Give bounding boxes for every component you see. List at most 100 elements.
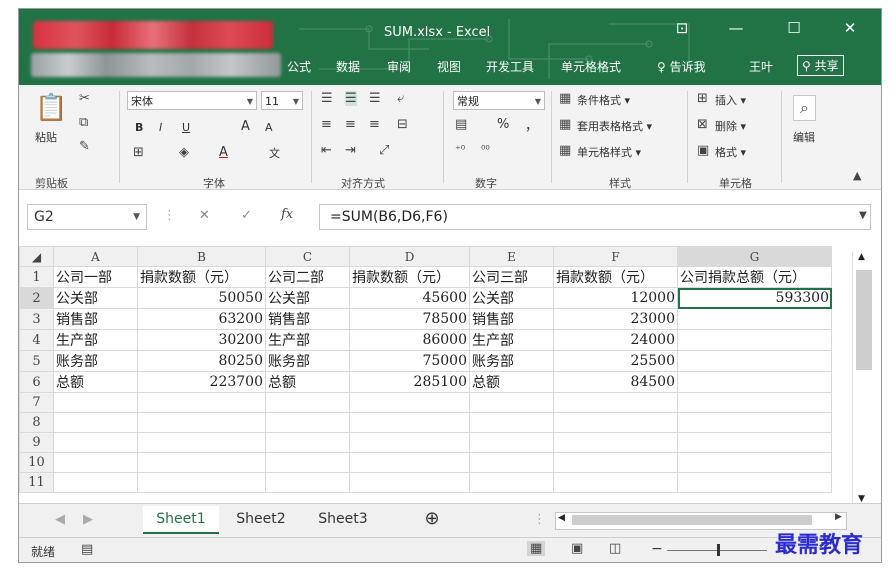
- align-middle-icon[interactable]: ☰: [345, 91, 357, 106]
- row-header[interactable]: 4: [19, 329, 54, 351]
- row-header[interactable]: 6: [19, 371, 54, 393]
- bold-button[interactable]: B: [135, 121, 143, 134]
- cell-a3[interactable]: 销售部: [53, 308, 138, 330]
- column-header-b[interactable]: B: [137, 246, 266, 267]
- italic-button[interactable]: I: [159, 121, 162, 134]
- column-header-f[interactable]: F: [553, 246, 678, 267]
- cell-a2[interactable]: 公关部: [53, 287, 138, 309]
- align-right-icon[interactable]: ≡: [369, 117, 380, 132]
- scroll-up-icon[interactable]: ▲: [858, 252, 865, 262]
- cell-f2[interactable]: 12000: [553, 287, 678, 309]
- next-sheet-icon[interactable]: ▶: [83, 512, 93, 527]
- cell-c4[interactable]: 生产部: [265, 329, 350, 351]
- cell-b10[interactable]: [137, 452, 266, 473]
- cell-e9[interactable]: [469, 432, 554, 453]
- cut-icon[interactable]: ✂: [79, 91, 90, 106]
- row-header[interactable]: 5: [19, 350, 54, 372]
- copy-icon[interactable]: ⧉: [79, 115, 88, 130]
- collapse-ribbon-icon[interactable]: ▲: [853, 169, 861, 182]
- cell-d11[interactable]: [349, 472, 470, 493]
- cell-b4[interactable]: 30200: [137, 329, 266, 351]
- scroll-left-icon[interactable]: ◀: [558, 513, 565, 523]
- accounting-format-icon[interactable]: ▤: [455, 117, 467, 132]
- cell-g3[interactable]: [677, 308, 832, 330]
- horizontal-scroll-thumb[interactable]: [572, 515, 812, 525]
- cell-b6[interactable]: 223700: [137, 371, 266, 393]
- tab-sheet2[interactable]: Sheet2: [223, 506, 299, 532]
- align-center-icon[interactable]: ≡: [345, 117, 356, 132]
- tab-review[interactable]: 审阅: [387, 58, 411, 75]
- close-icon[interactable]: ✕: [835, 19, 865, 37]
- confirm-icon[interactable]: ✓: [241, 208, 252, 223]
- cell-g6[interactable]: [677, 371, 832, 393]
- cell-a8[interactable]: [53, 412, 138, 433]
- fill-color-icon[interactable]: ◈: [179, 145, 189, 160]
- cell-e11[interactable]: [469, 472, 554, 493]
- cell-d8[interactable]: [349, 412, 470, 433]
- tab-sheet3[interactable]: Sheet3: [305, 506, 381, 532]
- maximize-icon[interactable]: ☐: [779, 19, 809, 37]
- conditional-format-button[interactable]: 条件格式 ▾: [577, 92, 630, 108]
- cell-styles-button[interactable]: 单元格样式 ▾: [577, 144, 641, 160]
- cell-b11[interactable]: [137, 472, 266, 493]
- format-painter-icon[interactable]: ✎: [79, 139, 90, 154]
- cell-b2[interactable]: 50050: [137, 287, 266, 309]
- column-header-c[interactable]: C: [265, 246, 350, 267]
- phonetic-button[interactable]: 文: [269, 145, 280, 161]
- cell-e7[interactable]: [469, 392, 554, 413]
- cell-f10[interactable]: [553, 452, 678, 473]
- cell-b8[interactable]: [137, 412, 266, 433]
- cell-e5[interactable]: 账务部: [469, 350, 554, 372]
- font-color-button[interactable]: A: [219, 145, 228, 160]
- align-bottom-icon[interactable]: ☰: [369, 91, 381, 106]
- decrease-indent-icon[interactable]: ⇤: [321, 143, 332, 158]
- cell-e3[interactable]: 销售部: [469, 308, 554, 330]
- tab-sheet1[interactable]: Sheet1: [143, 506, 219, 534]
- row-header[interactable]: 11: [19, 472, 54, 493]
- cell-f8[interactable]: [553, 412, 678, 433]
- cell-e1[interactable]: 公司三部: [469, 266, 554, 288]
- column-header-d[interactable]: D: [349, 246, 470, 267]
- column-header-g[interactable]: G: [677, 246, 832, 267]
- scroll-right-icon[interactable]: ▶: [835, 512, 842, 522]
- cell-c3[interactable]: 销售部: [265, 308, 350, 330]
- cell-g10[interactable]: [677, 452, 832, 473]
- row-header[interactable]: 7: [19, 392, 54, 413]
- worksheet-grid[interactable]: ◢ A B C D E F G 1 公司一部 捐款数额（元） 公司二部 捐款数额（元）公…: [19, 246, 849, 503]
- cell-g8[interactable]: [677, 412, 832, 433]
- cell-f1[interactable]: 捐款数额（元）: [553, 266, 678, 288]
- minimize-icon[interactable]: —: [721, 19, 751, 37]
- tab-cell-format[interactable]: 单元格格式: [561, 58, 621, 75]
- cell-c1[interactable]: 公司二部: [265, 266, 350, 288]
- cell-b5[interactable]: 80250: [137, 350, 266, 372]
- cell-b1[interactable]: 捐款数额（元）: [137, 266, 266, 288]
- cell-g5[interactable]: [677, 350, 832, 372]
- cell-f11[interactable]: [553, 472, 678, 493]
- cell-c6[interactable]: 总额: [265, 371, 350, 393]
- cell-d2[interactable]: 45600: [349, 287, 470, 309]
- cell-a10[interactable]: [53, 452, 138, 473]
- cell-d5[interactable]: 75000: [349, 350, 470, 372]
- zoom-out-button[interactable]: −: [651, 541, 663, 557]
- underline-button[interactable]: U: [182, 121, 190, 134]
- cell-b3[interactable]: 63200: [137, 308, 266, 330]
- cell-f4[interactable]: 24000: [553, 329, 678, 351]
- cell-d10[interactable]: [349, 452, 470, 473]
- insert-function-icon[interactable]: fx: [281, 207, 293, 222]
- tell-me-search[interactable]: ♀ 告诉我: [657, 58, 706, 75]
- cell-g4[interactable]: [677, 329, 832, 351]
- cell-a9[interactable]: [53, 432, 138, 453]
- font-size-select[interactable]: 11 ▼: [261, 91, 303, 110]
- delete-cells-button[interactable]: 删除 ▾: [715, 118, 746, 134]
- editing-group-label[interactable]: 编辑: [793, 129, 815, 145]
- cell-e8[interactable]: [469, 412, 554, 433]
- paste-label[interactable]: 粘贴: [35, 129, 57, 145]
- increase-decimal-icon[interactable]: ⁺⁰: [455, 143, 465, 156]
- cell-g2[interactable]: 593300: [677, 287, 832, 309]
- scroll-thumb[interactable]: [856, 270, 872, 370]
- cell-e2[interactable]: 公关部: [469, 287, 554, 309]
- cell-d4[interactable]: 86000: [349, 329, 470, 351]
- cell-d6[interactable]: 285100: [349, 371, 470, 393]
- formula-input[interactable]: =SUM(B6,D6,F6): [319, 204, 871, 230]
- cell-f5[interactable]: 25500: [553, 350, 678, 372]
